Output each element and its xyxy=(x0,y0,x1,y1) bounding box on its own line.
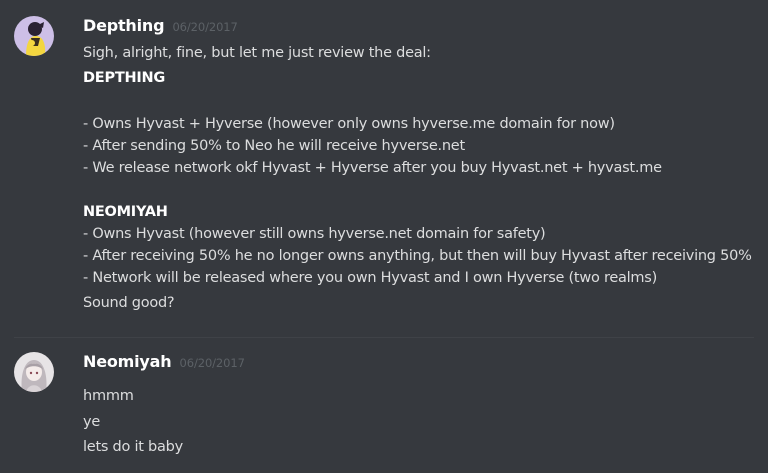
message-text: - Owns Hyvast + Hyverse (however only ow… xyxy=(83,116,615,132)
timestamp: 06/20/2017 xyxy=(179,356,245,370)
message-text: DEPTHING xyxy=(83,70,166,86)
message-text: - After receiving 50% he no longer owns … xyxy=(83,248,752,264)
message-text: lets do it baby xyxy=(83,439,183,455)
message-text: - Owns Hyvast (however still owns hyvers… xyxy=(83,226,546,242)
username[interactable]: Neomiyah xyxy=(83,352,172,371)
username[interactable]: Depthing xyxy=(83,16,165,35)
message-text: - We release network okf Hyvast + Hyvers… xyxy=(83,160,662,176)
message-header: Neomiyah 06/20/2017 xyxy=(83,352,245,376)
message-text: Sigh, alright, fine, but let me just rev… xyxy=(83,45,431,61)
message-text: ye xyxy=(83,414,101,430)
message-divider xyxy=(14,337,754,338)
message-text: - Network will be released where you own… xyxy=(83,270,658,286)
message-text: NEOMIYAH xyxy=(83,204,168,220)
message-header: Depthing 06/20/2017 xyxy=(83,16,238,40)
user-avatar-icon[interactable] xyxy=(14,16,54,56)
message-text: Sound good? xyxy=(83,295,175,311)
user-avatar-icon[interactable] xyxy=(14,352,54,392)
message-text: - After sending 50% to Neo he will recei… xyxy=(83,138,465,154)
message-text: hmmm xyxy=(83,388,134,404)
timestamp: 06/20/2017 xyxy=(172,20,238,34)
